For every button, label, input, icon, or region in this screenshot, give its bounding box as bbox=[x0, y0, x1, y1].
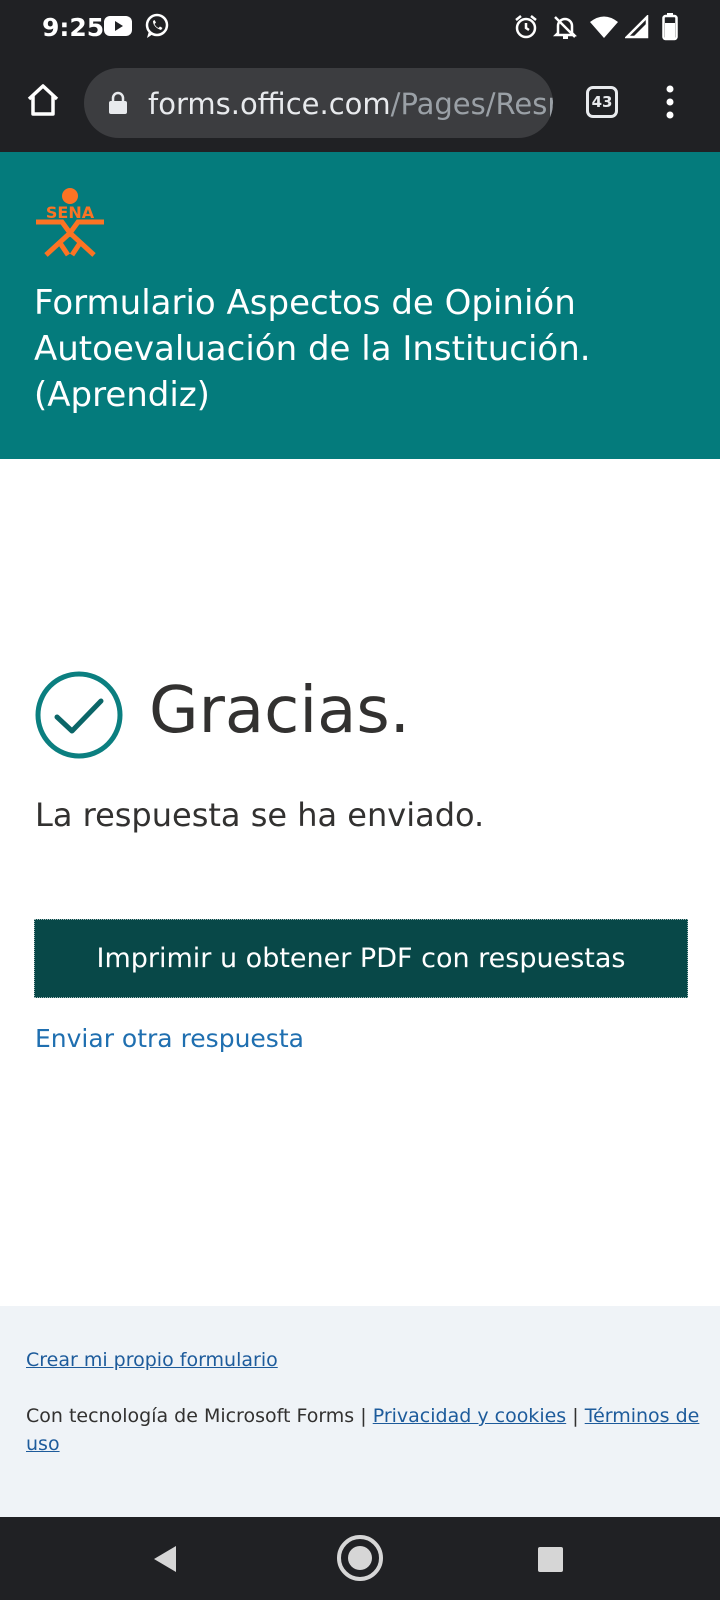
notifications-off-icon bbox=[552, 14, 578, 45]
browser-toolbar: forms.office.com/Pages/Respo 43 bbox=[0, 54, 720, 152]
tab-switcher-button[interactable]: 43 bbox=[586, 86, 618, 118]
url-host: forms.office.com bbox=[148, 87, 391, 121]
sena-logo: SENA bbox=[34, 187, 106, 257]
privacy-link[interactable]: Privacidad y cookies bbox=[373, 1405, 566, 1427]
recents-icon[interactable] bbox=[538, 1547, 563, 1572]
home-icon[interactable] bbox=[25, 82, 61, 118]
back-icon[interactable] bbox=[152, 1544, 178, 1579]
more-options-icon[interactable] bbox=[660, 84, 680, 120]
sena-logo-text: SENA bbox=[46, 203, 95, 222]
print-pdf-button[interactable]: Imprimir u obtener PDF con respuestas bbox=[34, 919, 688, 998]
form-header: SENA Formulario Aspectos de Opinión Auto… bbox=[0, 152, 720, 459]
status-bar: 9:25 bbox=[0, 0, 720, 54]
footer-legal: Con tecnología de Microsoft Forms | Priv… bbox=[26, 1402, 706, 1458]
url-path: /Pages/Respo bbox=[390, 87, 553, 121]
footer-separator: | bbox=[572, 1405, 579, 1427]
battery-icon bbox=[662, 13, 678, 46]
address-bar[interactable]: forms.office.com/Pages/Respo bbox=[84, 68, 553, 138]
response-sent-message: La respuesta se ha enviado. bbox=[35, 796, 485, 834]
status-time: 9:25 bbox=[42, 13, 105, 42]
footer: Crear mi propio formulario Con tecnologí… bbox=[0, 1306, 720, 1517]
navigation-bar bbox=[0, 1517, 720, 1600]
wifi-icon bbox=[589, 15, 619, 44]
url-text: forms.office.com/Pages/Respo bbox=[148, 87, 553, 121]
send-another-response-link[interactable]: Enviar otra respuesta bbox=[35, 1024, 304, 1053]
powered-by-text: Con tecnología de Microsoft Forms | bbox=[26, 1405, 367, 1427]
form-title: Formulario Aspectos de Opinión Autoevalu… bbox=[34, 283, 591, 415]
alarm-icon bbox=[513, 14, 539, 45]
whatsapp-icon bbox=[144, 13, 170, 44]
check-circle-icon bbox=[34, 670, 124, 760]
create-form-link[interactable]: Crear mi propio formulario bbox=[26, 1349, 278, 1371]
home-nav-icon[interactable] bbox=[336, 1534, 384, 1587]
lock-icon bbox=[108, 91, 128, 115]
thanks-title: Gracias. bbox=[149, 674, 410, 748]
signal-icon bbox=[623, 13, 649, 44]
youtube-icon bbox=[104, 15, 132, 42]
